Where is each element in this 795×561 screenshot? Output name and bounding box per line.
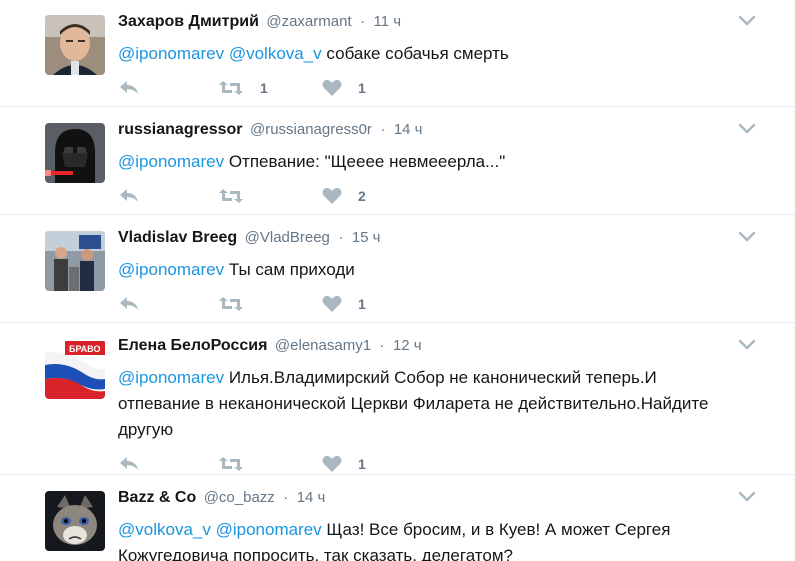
tweet-time[interactable]: 15 ч	[352, 229, 381, 246]
tweet-text: @iponomarev @volkova_v собаке собачья см…	[118, 41, 755, 67]
reply-button[interactable]	[118, 184, 140, 208]
chevron-down-icon[interactable]	[737, 489, 757, 505]
tweet-header: Захаров Дмитрий @zaxarmant · 11 ч	[118, 11, 757, 35]
mention-link[interactable]: @iponomarev	[118, 368, 224, 387]
tweet-actions: 1	[118, 292, 755, 316]
user-fullname[interactable]: Захаров Дмитрий	[118, 13, 259, 30]
heart-icon	[322, 455, 342, 472]
tweet-body: Ты сам приходи	[228, 260, 355, 279]
user-handle[interactable]: @co_bazz	[204, 489, 275, 506]
user-fullname[interactable]: Vladislav Breeg	[118, 229, 237, 246]
like-button[interactable]: 1	[322, 76, 366, 100]
user-fullname[interactable]: Елена БелоРоссия	[118, 337, 267, 354]
tweet-actions: 1	[118, 452, 755, 476]
retweet-icon	[219, 81, 243, 95]
like-button[interactable]: 2	[322, 184, 366, 208]
tweet-text: @iponomarev Ты сам приходи	[118, 257, 755, 283]
separator: ·	[338, 229, 344, 246]
like-count: 2	[358, 188, 366, 204]
user-handle[interactable]: @VladBreeg	[245, 229, 330, 246]
user-handle[interactable]: @elenasamy1	[275, 337, 371, 354]
tweet-body-line: другую	[118, 420, 174, 439]
avatar-label: БРАВО	[69, 344, 100, 354]
mention-link[interactable]: @iponomarev	[118, 44, 224, 63]
separator: ·	[360, 13, 366, 30]
reply-icon	[120, 297, 138, 310]
mention-link[interactable]: @iponomarev	[216, 520, 322, 539]
avatar[interactable]	[45, 123, 105, 183]
tweet-body: Илья.Владимирский Собор не канонический …	[228, 368, 657, 387]
tweet-body-line: Кожугедовича попросить, так сказать, дел…	[118, 546, 513, 561]
like-button[interactable]: 1	[322, 452, 366, 476]
retweet-button[interactable]	[218, 184, 260, 208]
avatar[interactable]	[45, 231, 105, 291]
avatar[interactable]	[45, 15, 105, 75]
like-button[interactable]: 1	[322, 292, 366, 316]
chevron-down-icon[interactable]	[737, 13, 757, 29]
tweet-feed: Захаров Дмитрий @zaxarmant · 11 ч @ipono…	[0, 0, 795, 561]
like-count: 1	[358, 296, 366, 312]
reply-icon	[120, 81, 138, 94]
user-handle[interactable]: @zaxarmant	[266, 13, 351, 30]
chevron-down-icon[interactable]	[737, 121, 757, 137]
mention-link[interactable]: @iponomarev	[118, 260, 224, 279]
tweet-text: @volkova_v @iponomarev Щаз! Все бросим, …	[118, 517, 755, 561]
tweet[interactable]: russianagressor @russianagress0r · 14 ч …	[0, 107, 795, 215]
user-fullname[interactable]: Bazz & Co	[118, 489, 196, 506]
tweet-actions: 1 1	[118, 76, 755, 100]
tweet-body-line: отпевание в неканонической Церкви Филаре…	[118, 394, 709, 413]
tweet-header: Елена БелоРоссия @elenasamy1 · 12 ч	[118, 335, 757, 359]
tweet[interactable]: Vladislav Breeg @VladBreeg · 15 ч @ipono…	[0, 215, 795, 323]
like-count: 1	[358, 80, 366, 96]
tweet-body: собаке собачья смерть	[326, 44, 509, 63]
heart-icon	[322, 187, 342, 204]
separator: ·	[283, 489, 289, 506]
retweet-count: 1	[260, 80, 268, 96]
reply-icon	[120, 189, 138, 202]
tweet[interactable]: Bazz & Co @co_bazz · 14 ч @volkova_v @ip…	[0, 475, 795, 561]
heart-icon	[322, 79, 342, 96]
user-fullname[interactable]: russianagressor	[118, 121, 243, 138]
avatar[interactable]	[45, 491, 105, 551]
tweet-actions: 2	[118, 184, 755, 208]
like-count: 1	[358, 456, 366, 472]
tweet[interactable]: БРАВО Елена БелоРоссия @elenasamy1 · 12 …	[0, 323, 795, 475]
reply-icon	[120, 457, 138, 470]
reply-button[interactable]	[118, 452, 140, 476]
tweet-text: @iponomarev Илья.Владимирский Собор не к…	[118, 365, 755, 443]
separator: ·	[380, 121, 386, 138]
reply-button[interactable]	[118, 292, 140, 316]
mention-link[interactable]: @volkova_v	[229, 44, 322, 63]
user-handle[interactable]: @russianagress0r	[250, 121, 372, 138]
retweet-icon	[219, 189, 243, 203]
tweet[interactable]: Захаров Дмитрий @zaxarmant · 11 ч @ipono…	[0, 0, 795, 107]
retweet-button[interactable]: 1	[218, 76, 268, 100]
retweet-button[interactable]	[218, 452, 260, 476]
retweet-icon	[219, 457, 243, 471]
tweet-header: Vladislav Breeg @VladBreeg · 15 ч	[118, 227, 757, 251]
tweet-header: Bazz & Co @co_bazz · 14 ч	[118, 487, 757, 511]
mention-link[interactable]: @iponomarev	[118, 152, 224, 171]
heart-icon	[322, 295, 342, 312]
tweet-time[interactable]: 14 ч	[394, 121, 423, 138]
tweet-text: @iponomarev Отпевание: "Щееее невмееерла…	[118, 149, 755, 175]
chevron-down-icon[interactable]	[737, 229, 757, 245]
tweet-body: Щаз! Все бросим, и в Куев! А может Серге…	[326, 520, 671, 539]
tweet-time[interactable]: 12 ч	[393, 337, 422, 354]
tweet-time[interactable]: 11 ч	[374, 13, 402, 30]
tweet-header: russianagressor @russianagress0r · 14 ч	[118, 119, 757, 143]
retweet-icon	[219, 297, 243, 311]
reply-button[interactable]	[118, 76, 140, 100]
separator: ·	[379, 337, 385, 354]
tweet-body: Отпевание: "Щееее невмееерла..."	[228, 152, 506, 171]
retweet-button[interactable]	[218, 292, 260, 316]
avatar[interactable]: БРАВО	[45, 339, 105, 399]
tweet-time[interactable]: 14 ч	[297, 489, 326, 506]
chevron-down-icon[interactable]	[737, 337, 757, 353]
mention-link[interactable]: @volkova_v	[118, 520, 211, 539]
